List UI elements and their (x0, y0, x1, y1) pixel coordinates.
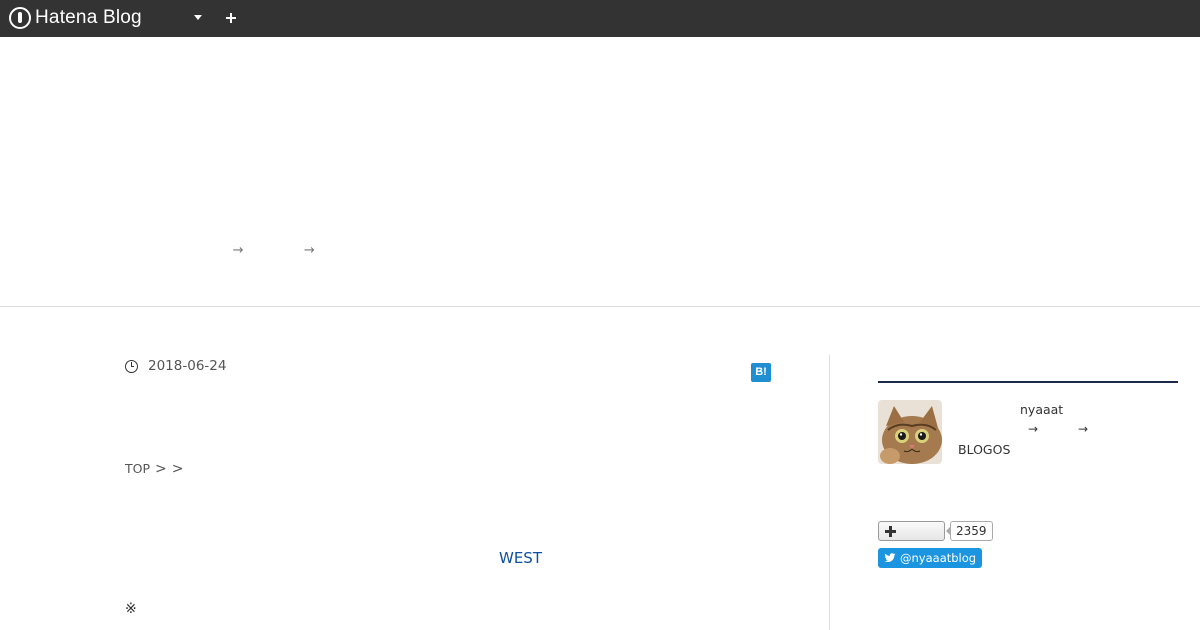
avatar[interactable] (878, 400, 942, 464)
hatena-blog-home-link[interactable]: Hatena Blog (9, 6, 142, 30)
breadcrumb-separator: > (155, 461, 167, 477)
breadcrumb-separator: > (171, 461, 184, 477)
profile-blogos-text: BLOGOS (958, 442, 1011, 457)
note-mark: ※ (125, 601, 137, 617)
sidebar-next-heading: ﾠﾠﾠ (889, 622, 928, 630)
plus-icon[interactable] (224, 8, 238, 28)
brand-name: Hatena Blog (35, 7, 142, 28)
clock-icon (125, 359, 138, 373)
west-link[interactable]: WEST (499, 549, 542, 567)
entry-date: 2018-06-24 (148, 358, 227, 374)
chevron-down-icon[interactable] (194, 15, 202, 20)
follower-count: 2359 (946, 521, 993, 541)
breadcrumb: TOP > > (125, 461, 183, 477)
profile-name[interactable]: nyaaat (1020, 402, 1063, 417)
global-header: Hatena Blog (0, 0, 1200, 37)
twitter-follow-button[interactable]: @nyaaatblog (878, 548, 982, 568)
breadcrumb-top-link[interactable]: TOP (125, 461, 150, 476)
hatena-logo-icon (9, 7, 31, 29)
cat-avatar-image (878, 400, 942, 464)
plus-icon (885, 526, 896, 537)
profile-arrow: → (1028, 422, 1039, 436)
twitter-handle: @nyaaatblog (900, 551, 977, 565)
header-divider (0, 306, 1200, 307)
entry-title[interactable]: ﾠﾠﾠﾠﾠﾠﾠﾠﾠﾠﾠﾠﾠﾠﾠﾠﾠﾠﾠﾠﾠﾠﾠﾠﾠﾠﾠﾠﾠﾠﾠﾠﾠﾠ (125, 388, 844, 422)
profile-arrow: → (1078, 422, 1089, 436)
blog-description: ﾠﾠﾠﾠﾠﾠﾠﾠﾠ→ﾠﾠﾠﾠﾠ→ﾠﾠﾠﾠﾠﾠﾠﾠﾠﾠﾠﾠﾠﾠﾠﾠﾠﾠﾠﾠﾠﾠﾠﾠ… (125, 243, 686, 258)
follow-button[interactable] (878, 521, 945, 541)
hatena-bookmark-button[interactable]: B! (751, 363, 771, 382)
entry-date-link[interactable]: 2018-06-24 (125, 358, 226, 374)
twitter-bird-icon (884, 553, 896, 563)
sidebar-profile-heading: ﾠﾠﾠﾠﾠ (878, 356, 1178, 383)
content-sidebar-divider (829, 355, 830, 630)
